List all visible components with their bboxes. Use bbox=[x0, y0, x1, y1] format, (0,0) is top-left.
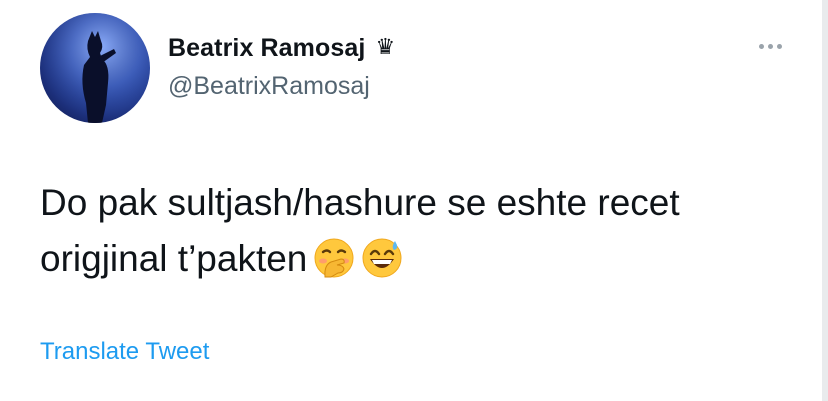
user-handle[interactable]: @BeatrixRamosaj bbox=[168, 72, 395, 101]
avatar[interactable] bbox=[40, 13, 150, 123]
face-with-hand-over-mouth-emoji bbox=[313, 237, 355, 279]
more-dot bbox=[776, 43, 782, 49]
more-dot bbox=[758, 43, 764, 49]
tweet-text: Do pak sultjash/hashure se eshte recet o… bbox=[40, 175, 780, 287]
display-name[interactable]: Beatrix Ramosaj bbox=[168, 34, 365, 63]
more-options-icon[interactable] bbox=[752, 34, 788, 58]
more-dot bbox=[767, 43, 773, 49]
user-info: Beatrix Ramosaj ♛ @BeatrixRamosaj bbox=[168, 30, 395, 101]
grinning-face-with-sweat-emoji bbox=[361, 237, 403, 279]
translate-tweet-link[interactable]: Translate Tweet bbox=[40, 338, 209, 366]
display-name-row: Beatrix Ramosaj ♛ bbox=[168, 30, 395, 66]
scroll-edge bbox=[822, 0, 828, 401]
tweet-body: Do pak sultjash/hashure se eshte recet o… bbox=[40, 182, 680, 279]
crown-icon: ♛ bbox=[375, 35, 396, 60]
tweet-card: Beatrix Ramosaj ♛ @BeatrixRamosaj Do pak… bbox=[0, 0, 828, 401]
